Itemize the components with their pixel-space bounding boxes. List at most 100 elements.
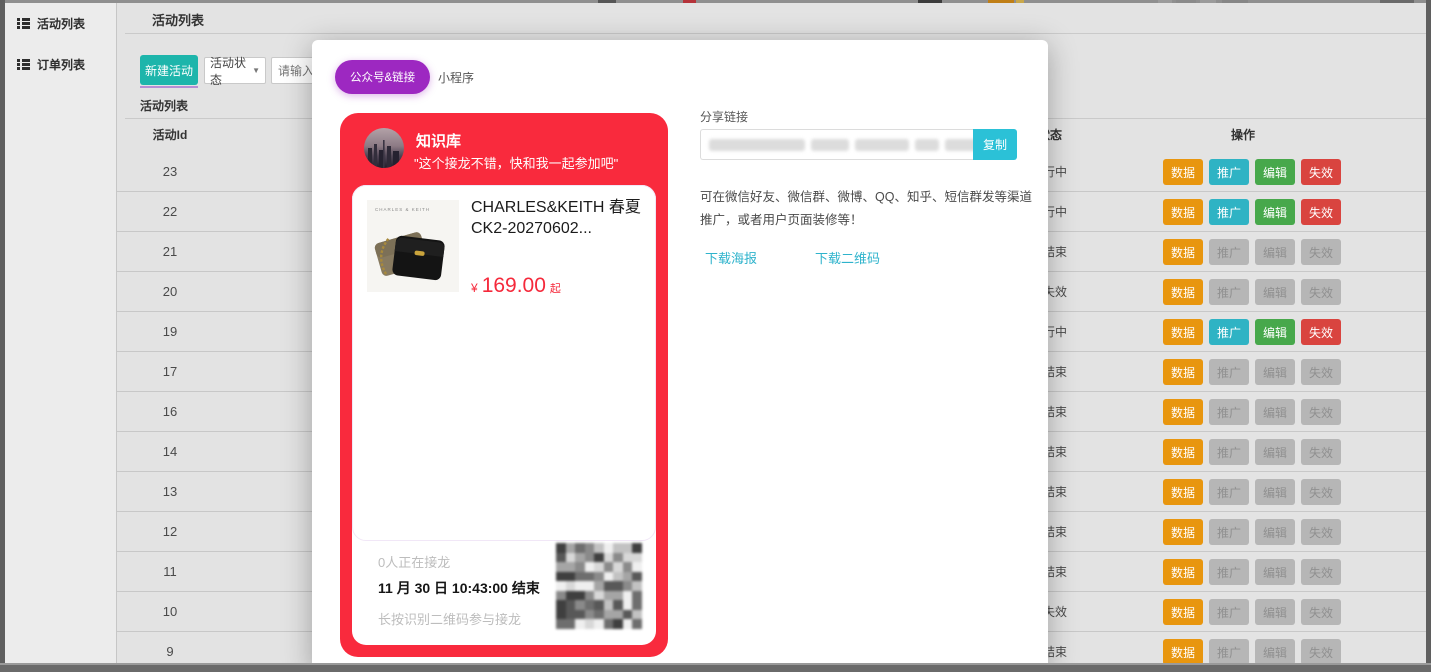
invalidate-button: 失效 [1301,359,1341,385]
product-title: CHARLES&KEITH 春夏CK2-20270602... [471,198,647,240]
divider [125,33,1426,34]
activity-id: 16 [140,392,200,432]
invalidate-button: 失效 [1301,479,1341,505]
data-button[interactable]: 数据 [1163,279,1203,305]
data-button[interactable]: 数据 [1163,599,1203,625]
row-actions: 数据 推广 编辑 失效 [1163,199,1341,225]
app-window: 活动列表 订单列表 活动列表 新建活动 活动状态 ▼ 活动列表 活动Id 状态 … [0,0,1431,672]
data-button[interactable]: 数据 [1163,239,1203,265]
sidebar-item-order-list[interactable]: 订单列表 [5,44,116,85]
qr-hint: 长按识别二维码参与接龙 [378,609,521,628]
invalidate-button[interactable]: 失效 [1301,319,1341,345]
tab-official-account-link[interactable]: 公众号&链接 [335,60,430,94]
row-actions: 数据 推广 编辑 失效 [1163,159,1341,185]
window-bottom-edge [0,663,1431,672]
focus-underline [140,86,198,88]
invalidate-button[interactable]: 失效 [1301,199,1341,225]
row-actions: 数据 推广 编辑 失效 [1163,519,1341,545]
edit-button: 编辑 [1255,639,1295,665]
list-icon [17,59,30,70]
avatar [364,128,404,168]
invalidate-button: 失效 [1301,399,1341,425]
sidebar-item-label: 活动列表 [37,15,85,32]
edit-button[interactable]: 编辑 [1255,159,1295,185]
invalidate-button: 失效 [1301,239,1341,265]
new-activity-button[interactable]: 新建活动 [140,55,198,85]
list-section-label: 活动列表 [140,97,188,114]
share-description: 可在微信好友、微信群、微博、QQ、知乎、短信群发等渠道推广，或者用户页面装修等！ [700,186,1038,232]
data-button[interactable]: 数据 [1163,359,1203,385]
share-link-input[interactable] [700,129,973,160]
sidebar: 活动列表 订单列表 [5,3,117,663]
window-left-edge [0,0,5,672]
status-filter-select[interactable]: 活动状态 ▼ [204,57,266,84]
data-button[interactable]: 数据 [1163,319,1203,345]
preview-panel: CHARLES & KEITH [352,185,656,645]
preview-nickname: 知识库 [416,130,461,151]
redacted-text [915,139,939,151]
product-image: CHARLES & KEITH [367,200,459,292]
participants-count: 0人正在接龙 [378,552,450,571]
promote-button: 推广 [1209,599,1249,625]
data-button[interactable]: 数据 [1163,559,1203,585]
row-actions: 数据 推广 编辑 失效 [1163,279,1341,305]
activity-id: 10 [140,592,200,632]
data-button[interactable]: 数据 [1163,439,1203,465]
share-link-label: 分享链接 [700,108,748,125]
invalidate-button[interactable]: 失效 [1301,159,1341,185]
product-price: ¥ 169.00 起 [471,274,561,298]
data-button[interactable]: 数据 [1163,159,1203,185]
tab-mini-program[interactable]: 小程序 [438,69,474,86]
data-button[interactable]: 数据 [1163,639,1203,665]
promote-button: 推广 [1209,519,1249,545]
row-actions: 数据 推广 编辑 失效 [1163,639,1341,665]
column-header-id: 活动Id [140,118,200,152]
edit-button: 编辑 [1255,599,1295,625]
copy-button[interactable]: 复制 [973,129,1017,160]
data-button[interactable]: 数据 [1163,519,1203,545]
data-button[interactable]: 数据 [1163,199,1203,225]
edit-button: 编辑 [1255,239,1295,265]
caret-down-icon: ▼ [252,66,260,75]
promote-button: 推广 [1209,359,1249,385]
row-actions: 数据 推广 编辑 失效 [1163,479,1341,505]
svg-text:CHARLES & KEITH: CHARLES & KEITH [375,207,430,212]
activity-id: 20 [140,272,200,312]
edit-button[interactable]: 编辑 [1255,199,1295,225]
promote-button: 推广 [1209,439,1249,465]
redacted-text [811,139,849,151]
download-poster-link[interactable]: 下载海报 [705,248,757,267]
invalidate-button: 失效 [1301,439,1341,465]
activity-preview-card: 知识库 "这个接龙不错，快和我一起参加吧" CHARLES & KEITH [340,113,668,657]
price-value: 169.00 [482,274,546,298]
end-time: 11 月 30 日 10:43:00 结束 [378,578,540,598]
download-qrcode-link[interactable]: 下载二维码 [815,248,880,267]
data-button[interactable]: 数据 [1163,479,1203,505]
promote-button: 推广 [1209,559,1249,585]
promote-button[interactable]: 推广 [1209,159,1249,185]
row-actions: 数据 推广 编辑 失效 [1163,319,1341,345]
sidebar-item-activity-list[interactable]: 活动列表 [5,3,116,44]
activity-id: 11 [140,552,200,592]
currency-symbol: ¥ [471,281,478,295]
edit-button: 编辑 [1255,559,1295,585]
invalidate-button: 失效 [1301,599,1341,625]
price-suffix: 起 [550,280,561,296]
data-button[interactable]: 数据 [1163,399,1203,425]
edit-button[interactable]: 编辑 [1255,319,1295,345]
activity-id: 19 [140,312,200,352]
sidebar-item-label: 订单列表 [37,56,85,73]
activity-id: 12 [140,512,200,552]
promote-button[interactable]: 推广 [1209,199,1249,225]
edit-button: 编辑 [1255,439,1295,465]
activity-id: 13 [140,472,200,512]
promote-button[interactable]: 推广 [1209,319,1249,345]
row-actions: 数据 推广 编辑 失效 [1163,359,1341,385]
redacted-text [945,139,973,151]
page-title: 活动列表 [152,10,204,29]
window-right-edge [1426,0,1431,672]
row-actions: 数据 推广 编辑 失效 [1163,399,1341,425]
activity-id: 23 [140,152,200,192]
window-top-edge [0,0,1431,3]
invalidate-button: 失效 [1301,519,1341,545]
